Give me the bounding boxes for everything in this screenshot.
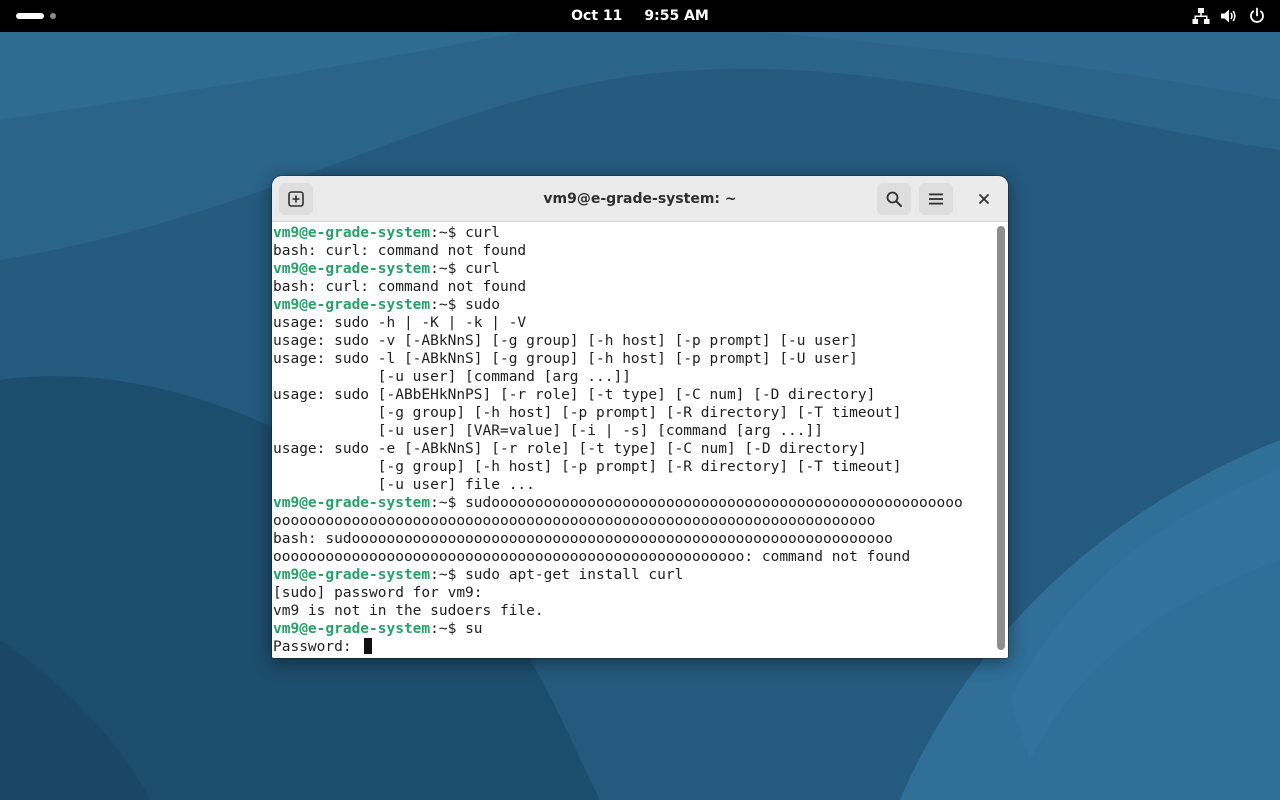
command-text: su xyxy=(456,621,483,637)
terminal-output-line: usage: sudo -l [-ABkNnS] [-g group] [-h … xyxy=(273,351,858,367)
terminal-output-line: oooooooooooooooooooooooooooooooooooooooo… xyxy=(273,513,876,529)
command-text: curl xyxy=(456,225,500,241)
close-window-button[interactable] xyxy=(972,187,996,211)
workspace-indicator-dot xyxy=(50,13,56,19)
prompt-user-host: vm9@e-grade-system xyxy=(273,261,431,277)
workspace-indicator-active xyxy=(16,13,44,19)
prompt-separator: : xyxy=(430,567,439,583)
text-cursor[interactable] xyxy=(364,638,373,654)
prompt-user-host: vm9@e-grade-system xyxy=(273,621,431,637)
terminal-output-line: [-u user] file ... xyxy=(273,477,535,493)
terminal-output[interactable]: vm9@e-grade-system:~$ curl bash: curl: co… xyxy=(273,224,995,656)
hamburger-menu-icon xyxy=(929,193,943,205)
terminal-output-line: [-u user] [VAR=value] [-i | -s] [command… xyxy=(273,423,823,439)
terminal-headerbar[interactable]: vm9@e-grade-system: ~ xyxy=(272,176,1008,222)
terminal-output-line: usage: sudo [-ABbEHkNnPS] [-r role] [-t … xyxy=(273,387,876,403)
prompt-separator: : xyxy=(430,297,439,313)
terminal-output-line: [-g group] [-h host] [-p prompt] [-R dir… xyxy=(273,459,902,475)
terminal-content[interactable]: vm9@e-grade-system:~$ curl bash: curl: co… xyxy=(272,222,1008,658)
top-bar: Oct 11 9:55 AM xyxy=(0,0,1280,32)
prompt-separator: : xyxy=(430,225,439,241)
window-title: vm9@e-grade-system: ~ xyxy=(543,191,737,207)
prompt-path: ~$ xyxy=(438,621,457,637)
terminal-output-line: usage: sudo -v [-ABkNnS] [-g group] [-h … xyxy=(273,333,858,349)
network-icon xyxy=(1192,7,1210,25)
prompt-user-host: vm9@e-grade-system xyxy=(273,297,431,313)
clock[interactable]: Oct 11 9:55 AM xyxy=(560,0,720,32)
volume-icon xyxy=(1220,7,1238,25)
new-tab-icon xyxy=(288,191,304,207)
terminal-output-line: bash: curl: command not found xyxy=(273,243,527,259)
terminal-output-line: [sudo] password for vm9: xyxy=(273,585,483,601)
activities-button[interactable] xyxy=(10,8,62,24)
terminal-output-line: bash: curl: command not found xyxy=(273,279,527,295)
clock-time: 9:55 AM xyxy=(644,8,709,24)
terminal-prompt-line: vm9@e-grade-system:~$ su xyxy=(273,620,995,638)
prompt-user-host: vm9@e-grade-system xyxy=(273,225,431,241)
terminal-prompt-line: vm9@e-grade-system:~$ curl xyxy=(273,260,995,278)
terminal-output-line: [-u user] [command [arg ...]] xyxy=(273,369,631,385)
power-icon xyxy=(1248,7,1266,25)
terminal-output-line: usage: sudo -e [-ABkNnS] [-r role] [-t t… xyxy=(273,441,867,457)
clock-date: Oct 11 xyxy=(571,8,623,24)
prompt-path: ~$ xyxy=(438,567,457,583)
terminal-output-line: usage: sudo -h | -K | -k | -V xyxy=(273,315,527,331)
terminal-prompt-line: vm9@e-grade-system:~$ sudo apt-get insta… xyxy=(273,566,995,584)
prompt-user-host: vm9@e-grade-system xyxy=(273,567,431,583)
prompt-user-host: vm9@e-grade-system xyxy=(273,495,431,511)
new-tab-button[interactable] xyxy=(279,183,313,215)
terminal-prompt-line: vm9@e-grade-system:~$ sudooooooooooooooo… xyxy=(273,494,995,512)
close-icon xyxy=(979,194,989,204)
terminal-scrollbar[interactable] xyxy=(997,226,1005,650)
terminal-output-line: [-g group] [-h host] [-p prompt] [-R dir… xyxy=(273,405,902,421)
command-text: sudo apt-get install curl xyxy=(456,567,684,583)
main-menu-button[interactable] xyxy=(919,183,953,215)
terminal-prompt-line: vm9@e-grade-system:~$ sudo xyxy=(273,296,995,314)
terminal-output-line: bash: sudooooooooooooooooooooooooooooooo… xyxy=(273,531,893,547)
command-text: sudo xyxy=(456,297,500,313)
system-tray[interactable] xyxy=(1192,0,1268,32)
terminal-window: vm9@e-grade-system: ~ vm9@e-grade-system… xyxy=(272,176,1008,658)
prompt-path: ~$ xyxy=(438,225,457,241)
search-button[interactable] xyxy=(877,183,911,215)
prompt-path: ~$ xyxy=(438,495,457,511)
terminal-prompt-line: vm9@e-grade-system:~$ curl xyxy=(273,224,995,242)
command-text: curl xyxy=(456,261,500,277)
search-icon xyxy=(886,191,902,207)
terminal-output-line: oooooooooooooooooooooooooooooooooooooooo… xyxy=(273,549,911,565)
password-prompt-text: Password: xyxy=(273,639,361,655)
terminal-output-line: vm9 is not in the sudoers file. xyxy=(273,603,544,619)
prompt-path: ~$ xyxy=(438,297,457,313)
prompt-separator: : xyxy=(430,621,439,637)
prompt-path: ~$ xyxy=(438,261,457,277)
prompt-separator: : xyxy=(430,261,439,277)
terminal-input-line: Password: xyxy=(273,638,995,656)
command-text: sudooooooooooooooooooooooooooooooooooooo… xyxy=(456,495,963,511)
prompt-separator: : xyxy=(430,495,439,511)
